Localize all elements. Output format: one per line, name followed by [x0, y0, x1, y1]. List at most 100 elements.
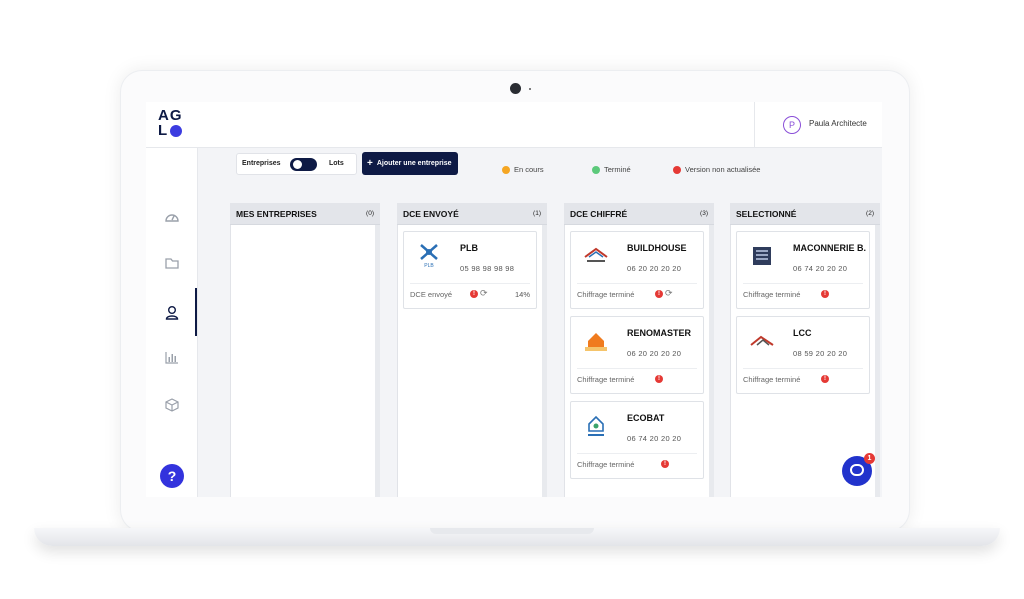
- top-bar: AG L P Paula Architecte: [146, 102, 882, 148]
- warning-icon: !: [655, 290, 663, 298]
- company-card[interactable]: RENOMASTER 06 20 20 20 20 Chiffrage term…: [570, 316, 704, 394]
- legend-done: Terminé: [592, 165, 631, 174]
- company-name: MACONNERIE B.: [793, 243, 867, 253]
- column-title: DCE CHIFFRÉ: [570, 208, 628, 219]
- card-divider: [577, 283, 697, 284]
- column-body: PLB PLB 05 98 98 98 98 DCE envoyé ! ⟳ 14…: [397, 225, 547, 497]
- card-status: DCE envoyé: [410, 290, 453, 299]
- column-body: BUILDHOUSE 06 20 20 20 20 Chiffrage term…: [564, 225, 714, 497]
- card-divider: [577, 368, 697, 369]
- laptop-notch: [430, 528, 594, 534]
- warning-icon: !: [821, 375, 829, 383]
- warning-icon: !: [655, 375, 663, 383]
- user-name: Paula Architecte: [809, 119, 867, 128]
- card-divider: [577, 453, 697, 454]
- column-count: (3): [700, 210, 708, 217]
- logo-line2: L: [158, 123, 188, 138]
- maconnerie-logo: [745, 242, 779, 270]
- view-toggle[interactable]: Entreprises Lots: [236, 153, 357, 175]
- column-header: SELECTIONNÉ (2): [730, 203, 880, 225]
- column-title: MES ENTREPRISES: [236, 208, 317, 219]
- app-screen: AG L P Paula Architecte ? Entreprises Lo…: [146, 102, 882, 497]
- card-divider: [410, 283, 530, 284]
- company-name: BUILDHOUSE: [627, 243, 687, 253]
- add-company-label: Ajouter une entreprise: [376, 160, 452, 167]
- company-phone: 06 20 20 20 20: [627, 264, 682, 273]
- check-icon: [592, 165, 600, 174]
- column-dce-envoye: DCE ENVOYÉ (1) PLB PLB 05 98 98 98 98 DC…: [397, 203, 547, 497]
- card-divider: [743, 283, 863, 284]
- plb-logo: PLB: [412, 242, 446, 270]
- renomaster-logo: [579, 327, 613, 355]
- column-scrollbar[interactable]: [375, 225, 380, 497]
- column-dce-chiffre: DCE CHIFFRÉ (3) BUILDHOUSE 06 20 20 20 2…: [564, 203, 714, 497]
- column-mes-entreprises: MES ENTREPRISES (0): [230, 203, 380, 497]
- svg-text:PLB: PLB: [424, 263, 434, 269]
- company-card[interactable]: BUILDHOUSE 06 20 20 20 20 Chiffrage term…: [570, 231, 704, 309]
- company-phone: 06 74 20 20 20: [793, 264, 848, 273]
- logo-letter: L: [158, 122, 169, 139]
- company-card[interactable]: LCC 08 59 20 20 20 Chiffrage terminé !: [736, 316, 870, 394]
- company-name: PLB: [460, 243, 478, 253]
- sidebar-active-indicator: [195, 288, 197, 336]
- avatar: P: [783, 116, 801, 134]
- logo-dot: [170, 124, 183, 137]
- company-name: LCC: [793, 328, 812, 338]
- company-card[interactable]: ECOBAT 06 74 20 20 20 Chiffrage terminé …: [570, 401, 704, 479]
- column-header: DCE ENVOYÉ (1): [397, 203, 547, 225]
- column-count: (2): [866, 210, 874, 217]
- company-phone: 08 59 20 20 20: [793, 349, 848, 358]
- company-phone: 06 74 20 20 20: [627, 434, 682, 443]
- toggle-switch[interactable]: [290, 158, 317, 171]
- camera-light: [529, 88, 531, 90]
- company-card[interactable]: PLB PLB 05 98 98 98 98 DCE envoyé ! ⟳ 14…: [403, 231, 537, 309]
- column-scrollbar[interactable]: [709, 225, 714, 497]
- ecobat-logo: [579, 412, 613, 440]
- card-status: Chiffrage terminé: [577, 290, 635, 299]
- card-status: Chiffrage terminé: [577, 460, 635, 469]
- help-button[interactable]: ?: [160, 464, 184, 488]
- toggle-lots-label: Lots: [329, 160, 344, 167]
- box-icon[interactable]: [163, 396, 181, 414]
- in-progress-icon: [502, 165, 510, 174]
- dashboard-icon[interactable]: [163, 208, 181, 226]
- sync-icon[interactable]: ⟳: [665, 288, 673, 299]
- card-status: Chiffrage terminé: [577, 375, 635, 384]
- company-name: ECOBAT: [627, 413, 665, 423]
- column-header: DCE CHIFFRÉ (3): [564, 203, 714, 225]
- card-status: Chiffrage terminé: [743, 375, 801, 384]
- column-scrollbar[interactable]: [875, 225, 880, 497]
- sync-icon[interactable]: ⟳: [480, 288, 488, 299]
- buildhouse-logo: [579, 242, 613, 270]
- legend-label: En cours: [514, 165, 544, 174]
- legend-outdated: Version non actualisée: [673, 165, 760, 174]
- column-title: DCE ENVOYÉ: [403, 208, 459, 219]
- card-status: Chiffrage terminé: [743, 290, 801, 299]
- add-company-button[interactable]: + Ajouter une entreprise: [362, 152, 458, 175]
- camera-icon: [510, 83, 521, 94]
- column-body: [230, 225, 380, 497]
- column-selectionne: SELECTIONNÉ (2) MACONNERIE B. 06 74 20 2…: [730, 203, 880, 497]
- warning-icon: !: [821, 290, 829, 298]
- folder-icon[interactable]: [163, 254, 181, 272]
- warning-icon: !: [661, 460, 669, 468]
- chart-icon[interactable]: [163, 348, 181, 366]
- aglo-logo[interactable]: AG L: [158, 108, 188, 142]
- company-card[interactable]: MACONNERIE B. 06 74 20 20 20 Chiffrage t…: [736, 231, 870, 309]
- column-scrollbar[interactable]: [542, 225, 547, 497]
- lcc-logo: [745, 327, 779, 355]
- legend-label: Terminé: [604, 165, 631, 174]
- card-percent: 14%: [514, 290, 530, 299]
- plus-icon: +: [367, 157, 373, 169]
- column-count: (1): [533, 210, 541, 217]
- company-name: RENOMASTER: [627, 328, 692, 338]
- warning-icon: [673, 165, 681, 174]
- legend-in-progress: En cours: [502, 165, 544, 174]
- chat-notification-badge: 1: [864, 453, 875, 464]
- user-icon[interactable]: [163, 303, 181, 321]
- column-count: (0): [366, 210, 374, 217]
- user-menu[interactable]: P Paula Architecte: [754, 102, 882, 148]
- legend-label: Version non actualisée: [685, 165, 761, 174]
- company-phone: 05 98 98 98 98: [460, 264, 515, 273]
- warning-icon: !: [470, 290, 478, 298]
